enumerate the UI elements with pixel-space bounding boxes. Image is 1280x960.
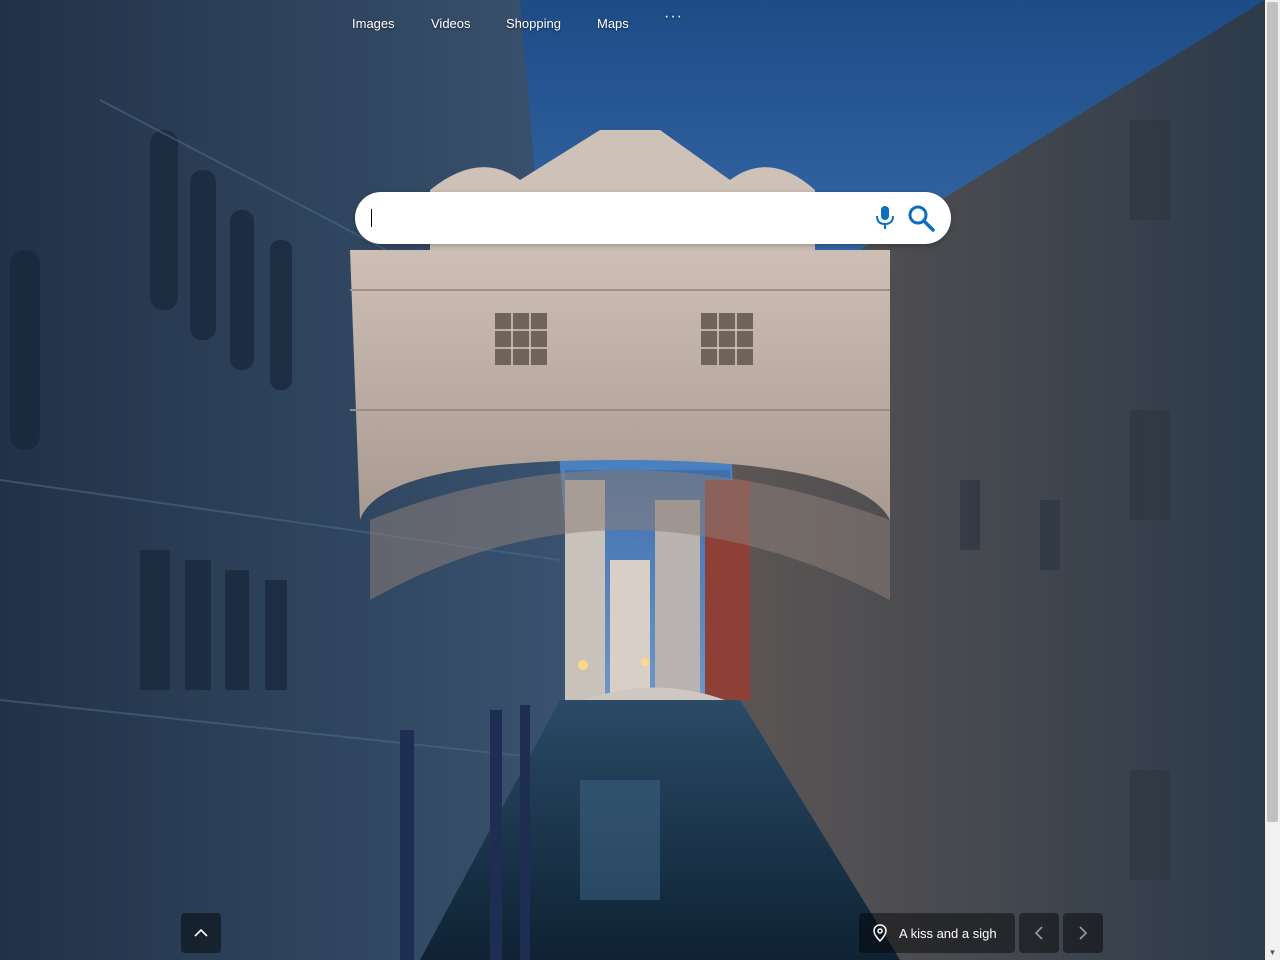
voice-search-button[interactable] [873,205,897,231]
map-pin-icon [873,924,887,942]
text-caret [371,209,372,227]
more-menu-button[interactable]: ··· [664,8,683,26]
search-input[interactable] [371,204,855,234]
chevron-left-icon [1034,926,1043,940]
previous-image-button[interactable] [1019,913,1059,953]
next-image-button[interactable] [1063,913,1103,953]
image-location-label: A kiss and a sigh [899,925,997,941]
scroll-up-button[interactable] [181,913,221,953]
nav-images-link[interactable]: Images [352,16,395,31]
page-scrollbar[interactable]: ▼ [1265,0,1280,960]
background-image [0,0,1265,960]
chevron-up-icon [194,928,208,937]
scrollbar-thumb[interactable] [1267,2,1278,822]
nav-videos-link[interactable]: Videos [431,16,471,31]
search-submit-button[interactable] [907,204,935,232]
nav-maps-link[interactable]: Maps [597,16,629,31]
magnifier-icon [908,205,935,232]
image-location-button[interactable]: A kiss and a sigh [859,913,1015,953]
nav-shopping-link[interactable]: Shopping [506,16,561,31]
chevron-right-icon [1079,926,1088,940]
search-box [355,192,951,244]
scroll-down-arrow-icon[interactable]: ▼ [1265,945,1280,960]
microphone-icon [876,206,894,229]
